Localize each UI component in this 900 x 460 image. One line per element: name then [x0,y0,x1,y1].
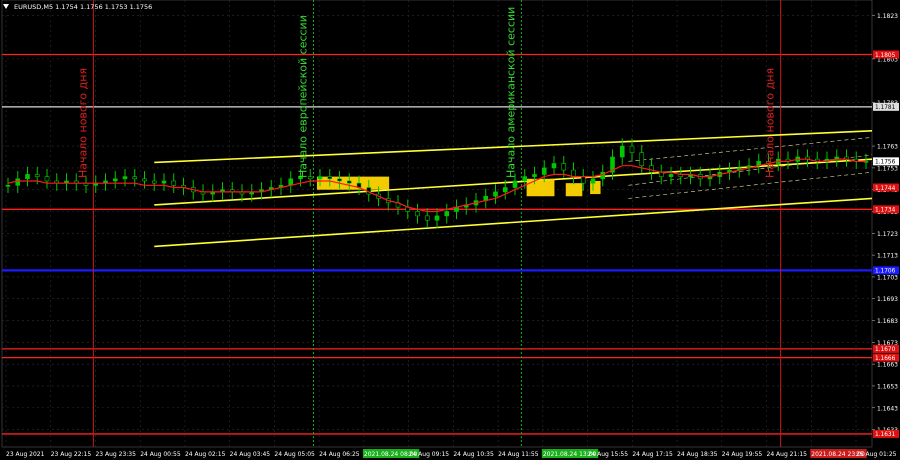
y-tick-label: 1.1643 [877,405,898,412]
x-tick-label: 24 Aug 10:35 [453,451,494,458]
candle-body [337,178,342,182]
x-tick-label: 23 Aug 23:35 [95,451,136,458]
x-tick-label: 24 Aug 18:35 [677,451,718,458]
x-tick-label: 24 Aug 06:25 [319,451,360,458]
candle-body [639,152,645,167]
candle-body [444,211,450,217]
price-tag-label: 1.1744 [875,186,896,192]
candle-body [571,169,576,177]
x-tick-label: 25 Aug 01:25 [856,451,897,458]
x-tick-label: 24 Aug 21:15 [767,451,808,458]
price-axis: 1.18231.18031.17831.17631.17531.17431.17… [872,13,899,438]
candle-body [668,174,674,177]
level-tag-label: 1.1666 [875,356,896,362]
candle-body [346,180,352,184]
price-chart: 1.18231.18031.17831.17631.17531.17431.17… [1,0,899,458]
candle-body [434,215,440,221]
x-tick-label: 24 Aug 05:05 [274,451,315,458]
price-tag-label: 1.1756 [875,160,896,166]
y-tick-label: 1.1753 [877,165,898,172]
candle-body [493,191,498,197]
level-tag-label: 1.1805 [875,53,896,59]
vertical-marker-labels: Начало нового дня Начало европейской сесс… [76,7,776,178]
signal-box [526,178,555,197]
candle-body [541,167,547,175]
candle-body [142,178,147,182]
signal-box [565,183,583,197]
candle-body [112,178,118,182]
candle-body [25,174,30,180]
y-tick-label: 1.1703 [877,274,898,281]
level-tag-label: 1.1781 [875,105,896,111]
candle-body [171,180,177,186]
time-axis: 23 Aug 2021 23 Aug 22:15 23 Aug 23:35 24 Au… [6,449,897,458]
candle-body [424,215,430,221]
candle-body [161,180,167,184]
channel-dashed-line [628,171,873,199]
horizontal-levels [2,53,872,435]
candle-body [151,180,157,184]
candle-body [122,176,128,180]
y-tick-label: 1.1683 [877,318,898,325]
x-tick-label: 23 Aug 22:15 [51,451,92,458]
candle-body [415,211,420,217]
candle-body [288,178,294,186]
y-tick-label: 1.1663 [877,362,898,369]
candle-body [327,176,333,180]
y-tick-label: 1.1723 [877,231,898,238]
vertical-marker-label: Начало нового дня [76,68,89,178]
candle-body [15,178,21,186]
y-tick-label: 1.1823 [877,13,898,20]
y-tick-label: 1.1713 [877,253,898,260]
candle-body [5,185,11,187]
y-tick-label: 1.1693 [877,296,898,303]
candle-body [532,174,537,177]
vertical-marker-label: Начало европейской сессии [296,15,309,178]
candle-body [658,171,664,177]
candle-body [132,176,138,180]
x-tick-label: 24 Aug 03:45 [230,451,271,458]
x-tick-label: 24 Aug 11:55 [498,451,539,458]
x-tick-label: 24 Aug 15:55 [588,451,629,458]
x-tick-label: 24 Aug 09:15 [409,451,450,458]
level-tag-label: 1.1734 [875,208,896,214]
x-tick-label: 24 Aug 17:15 [632,451,673,458]
vertical-marker-label: Начало американской сессии [504,7,517,178]
x-tick-label: 24 Aug 02:15 [185,451,226,458]
x-tick-label: 24 Aug 00:55 [140,451,181,458]
y-tick-label: 1.1763 [877,144,898,151]
candle-body [317,176,323,180]
channel-lower-line [154,197,873,248]
level-tag-label: 1.1631 [875,432,896,438]
level-tag-label: 1.1706 [875,269,896,275]
x-tick-label: 23 Aug 2021 [6,451,45,458]
candle-body [44,176,50,182]
y-tick-label: 1.1653 [877,383,898,390]
candle-body [649,165,654,173]
candle-body [580,176,586,184]
symbol-info: EURUSD,M5 1.1754 1.1756 1.1753 1.1756 [14,3,152,11]
x-tick-label: 24 Aug 19:55 [722,451,763,458]
candle-body [551,163,557,169]
candle-body [619,145,625,158]
candle-body [522,176,528,182]
candle-body [512,180,518,188]
candle-body [34,174,40,177]
vertical-marker-label: Начало нового дня [764,68,777,178]
level-tag-label: 1.1670 [875,347,896,353]
candle-body [561,163,567,171]
candle-body [502,187,508,193]
symbol-arrow-icon [3,4,9,9]
candle-body [629,145,635,153]
candle-body [590,178,596,184]
